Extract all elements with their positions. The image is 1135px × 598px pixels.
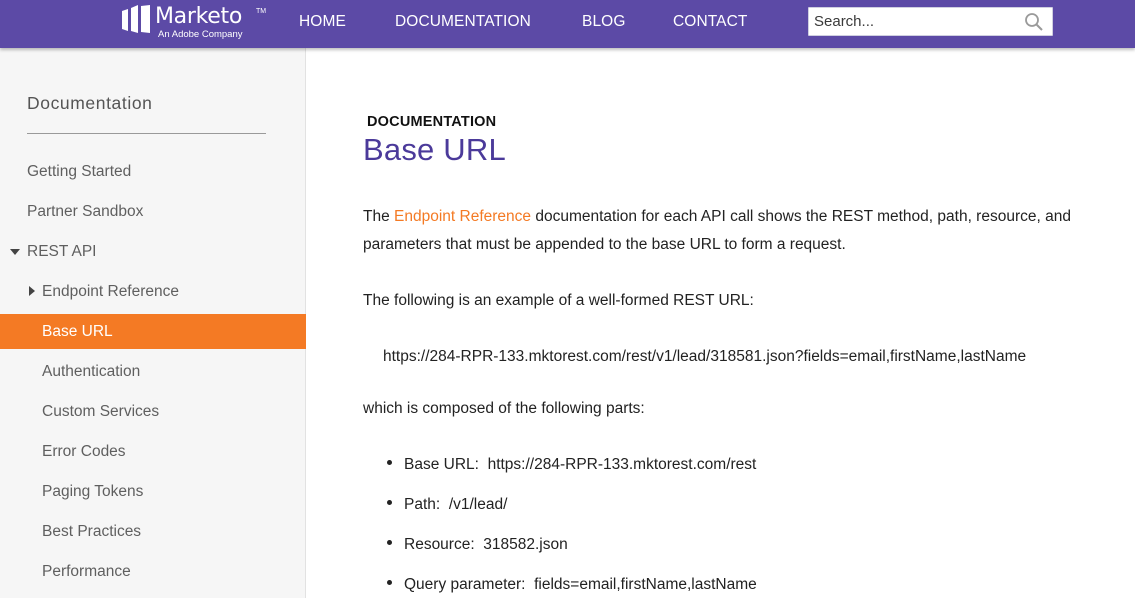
intro-line-1: The Endpoint Reference documentation for… xyxy=(363,203,1133,231)
sidebar-item-getting-started[interactable]: Getting Started xyxy=(0,154,306,189)
sidebar-item-error-codes[interactable]: Error Codes xyxy=(0,434,306,469)
list-item: Path: /v1/lead/ xyxy=(387,496,507,514)
intro-paragraph: The Endpoint Reference documentation for… xyxy=(363,203,1133,259)
nav-documentation-link[interactable]: DOCUMENTATION xyxy=(395,13,531,31)
sidebar-item-label: Endpoint Reference xyxy=(42,283,180,300)
top-navigation-bar: Marketo TM An Adobe Company HOME DOCUMEN… xyxy=(0,0,1135,48)
sidebar-item-base-url[interactable]: Base URL xyxy=(0,314,306,349)
sidebar-item-label: Custom Services xyxy=(42,403,160,420)
part-value: 318582.json xyxy=(483,536,568,553)
brand-tagline: An Adobe Company xyxy=(158,29,243,40)
part-value: https://284-RPR-133.mktorest.com/rest xyxy=(487,456,757,473)
documentation-sidebar: Documentation Getting Started Partner Sa… xyxy=(0,48,306,598)
search-input[interactable] xyxy=(809,8,1019,35)
intro-prefix: The xyxy=(363,208,395,225)
brand-name: Marketo xyxy=(155,4,242,29)
marketo-logo[interactable]: Marketo TM An Adobe Company xyxy=(122,2,272,44)
part-label: Query parameter: xyxy=(404,576,526,593)
sidebar-item-partner-sandbox[interactable]: Partner Sandbox xyxy=(0,194,306,229)
endpoint-reference-link[interactable]: Endpoint Reference xyxy=(394,208,531,225)
marketo-logo-mark-icon xyxy=(122,5,150,33)
intro-line1-suffix: documentation for each API call shows th… xyxy=(531,208,1071,225)
main-content: DOCUMENTATION Base URL The Endpoint Refe… xyxy=(307,48,1135,598)
list-item: Query parameter: fields=email,firstName,… xyxy=(387,576,757,594)
sidebar-item-paging-tokens[interactable]: Paging Tokens xyxy=(0,474,306,509)
caret-down-icon xyxy=(10,249,20,255)
nav-blog-link[interactable]: BLOG xyxy=(582,13,625,31)
sidebar-item-endpoint-reference[interactable]: Endpoint Reference xyxy=(0,274,306,309)
sidebar-item-label: Best Practices xyxy=(42,523,142,540)
sidebar-item-label: Partner Sandbox xyxy=(27,203,144,220)
caret-right-icon xyxy=(29,286,35,296)
sidebar-item-best-practices[interactable]: Best Practices xyxy=(0,514,306,549)
example-url: https://284-RPR-133.mktorest.com/rest/v1… xyxy=(383,348,1027,365)
sidebar-item-label: Paging Tokens xyxy=(42,483,144,500)
list-item: Base URL: https://284-RPR-133.mktorest.c… xyxy=(387,456,756,474)
bullet-icon xyxy=(387,500,392,506)
search-icon[interactable] xyxy=(1024,12,1044,32)
sidebar-divider xyxy=(27,133,266,134)
page-title: Base URL xyxy=(363,132,506,167)
list-item: Resource: 318582.json xyxy=(387,536,568,554)
sidebar-item-performance[interactable]: Performance xyxy=(0,554,306,589)
parts-intro: which is composed of the following parts… xyxy=(363,400,645,417)
brand-trademark: TM xyxy=(256,8,267,15)
search-box xyxy=(808,7,1053,36)
nav-home-link[interactable]: HOME xyxy=(299,13,346,31)
part-value: /v1/lead/ xyxy=(448,496,508,513)
part-label: Path: xyxy=(404,496,441,513)
sidebar-title: Documentation xyxy=(27,93,153,113)
example-intro: The following is an example of a well-fo… xyxy=(363,292,754,309)
bullet-icon xyxy=(387,460,392,466)
bullet-icon xyxy=(387,540,392,546)
sidebar-item-label: Performance xyxy=(42,563,131,580)
section-eyebrow: DOCUMENTATION xyxy=(367,114,497,130)
part-label: Base URL: xyxy=(404,456,479,473)
part-label: Resource: xyxy=(404,536,475,553)
nav-contact-link[interactable]: CONTACT xyxy=(673,13,747,31)
sidebar-item-label: REST API xyxy=(27,243,97,260)
intro-line-2: parameters that must be appended to the … xyxy=(363,236,846,253)
sidebar-item-label: Base URL xyxy=(42,323,113,340)
part-value: fields=email,firstName,lastName xyxy=(534,576,757,593)
sidebar-item-authentication[interactable]: Authentication xyxy=(0,354,306,389)
sidebar-item-label: Authentication xyxy=(42,363,141,380)
sidebar-item-rest-api[interactable]: REST API xyxy=(0,234,306,269)
sidebar-item-label: Getting Started xyxy=(27,163,132,180)
sidebar-item-custom-services[interactable]: Custom Services xyxy=(0,394,306,429)
sidebar-item-label: Error Codes xyxy=(42,443,126,460)
bullet-icon xyxy=(387,580,392,586)
